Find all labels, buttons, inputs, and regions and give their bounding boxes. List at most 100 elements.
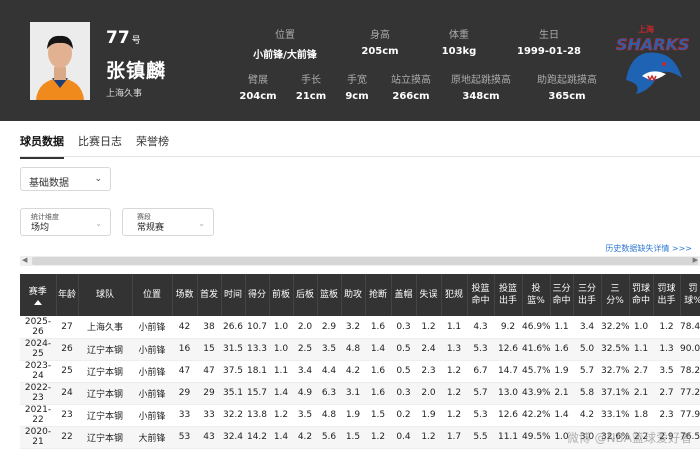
table-header-cell[interactable]: 年龄 xyxy=(56,274,79,316)
table-header-cell[interactable]: 盖帽 xyxy=(391,274,417,316)
table-header-cell[interactable]: 时间 xyxy=(221,274,246,316)
table-header-cell[interactable]: 篮板 xyxy=(317,274,342,316)
table-header-cell[interactable]: 得分 xyxy=(245,274,270,316)
table-header-cell[interactable]: 赛季 xyxy=(20,274,57,316)
table-cell: 5.7 xyxy=(467,382,494,405)
table-cell: 38 xyxy=(197,316,221,339)
table-header-row: 赛季 年龄 球队 位置 场数 首发 时间 得分 前板 后板 篮板 助攻 抢断 盖帽 失误 犯规 投篮命中 投篮出手… xyxy=(20,274,700,316)
table-cell: 2022-23 xyxy=(20,382,56,405)
table-cell: 辽宁本钢 xyxy=(78,382,132,405)
stage-select[interactable]: 赛段 常规赛 ⌄ xyxy=(122,208,214,236)
table-header-cell[interactable]: 三分命中 xyxy=(550,274,574,316)
table-cell: 辽宁本钢 xyxy=(78,338,132,361)
table-header-cell[interactable]: 投篮% xyxy=(522,274,551,316)
table-header-cell[interactable]: 投篮命中 xyxy=(467,274,495,316)
table-cell: 90.0% xyxy=(680,338,700,361)
table-cell: 41.6% xyxy=(522,338,551,361)
table-cell: 2.3 xyxy=(416,360,441,383)
table-header-cell[interactable]: 三分% xyxy=(601,274,630,316)
table-cell: 32.5% xyxy=(601,338,630,361)
table-header-cell[interactable]: 位置 xyxy=(132,274,173,316)
table-cell: 2.1 xyxy=(550,382,573,405)
table-header-cell[interactable]: 场数 xyxy=(172,274,198,316)
table-cell: 13.0 xyxy=(494,382,522,405)
table-cell: 小前锋 xyxy=(132,404,172,427)
scroll-right-icon[interactable]: ▶ xyxy=(693,256,698,264)
table-cell: 15 xyxy=(197,338,221,361)
table-cell: 0.5 xyxy=(391,338,416,361)
attr-running-jump-reach: 助跑起跳摸高 365cm xyxy=(537,75,597,102)
table-cell: 1.4 xyxy=(269,382,293,405)
table-cell: 1.4 xyxy=(550,404,573,427)
table-header-cell[interactable]: 抢断 xyxy=(365,274,392,316)
table-cell: 4.8 xyxy=(317,404,341,427)
table-header-cell[interactable]: 球队 xyxy=(78,274,133,316)
table-cell: 26.6 xyxy=(221,316,245,339)
table-cell: 辽宁本钢 xyxy=(78,426,132,449)
table-cell: 14.2 xyxy=(245,426,269,449)
attr-birthday: 生日 1999-01-28 xyxy=(517,30,581,57)
table-cell: 32.7% xyxy=(601,360,630,383)
watermark: 微博 @NBA篮球爱好者 xyxy=(566,431,692,445)
table-cell: 3.4 xyxy=(293,360,317,383)
table-cell: 6.7 xyxy=(467,360,494,383)
table-header-cell[interactable]: 失误 xyxy=(416,274,442,316)
table-cell: 3.5 xyxy=(317,338,341,361)
table-cell: 1.1 xyxy=(269,360,293,383)
table-cell: 1.0 xyxy=(269,316,293,339)
table-cell: 1.3 xyxy=(441,338,467,361)
table-cell: 49.5% xyxy=(522,426,551,449)
table-cell: 42.2% xyxy=(522,404,551,427)
table-cell: 4.9 xyxy=(293,382,317,405)
table-cell: 1.4 xyxy=(365,338,391,361)
sort-icon[interactable] xyxy=(33,299,42,305)
table-header-cell[interactable]: 罚球出手 xyxy=(653,274,681,316)
table-cell: 1.3 xyxy=(653,338,680,361)
table-header-cell[interactable]: 助攻 xyxy=(341,274,366,316)
table-cell: 43 xyxy=(197,426,221,449)
table-cell: 5.6 xyxy=(317,426,341,449)
horizontal-scrollbar[interactable]: ◀ ▶ xyxy=(20,256,700,266)
table-cell: 37.5 xyxy=(221,360,245,383)
svg-text:上海: 上海 xyxy=(638,24,654,34)
table-cell: 1.0 xyxy=(269,338,293,361)
table-cell: 4.2 xyxy=(573,404,601,427)
table-header-cell[interactable]: 三分出手 xyxy=(573,274,602,316)
table-cell: 3.4 xyxy=(573,316,601,339)
attr-standing-jump-reach: 原地起跳摸高 348cm xyxy=(451,75,511,102)
table-cell: 2.7 xyxy=(653,382,680,405)
table-cell: 2024-25 xyxy=(20,338,56,361)
history-data-link[interactable]: 历史数据缺失详情 >>> xyxy=(605,243,692,254)
table-cell: 25 xyxy=(56,360,78,383)
data-type-select[interactable]: 基础数据 ⌄ xyxy=(20,167,111,191)
player-team: 上海久事 xyxy=(106,89,143,99)
table-cell: 43.9% xyxy=(522,382,551,405)
table-cell: 1.2 xyxy=(441,360,467,383)
scroll-thumb[interactable] xyxy=(32,257,698,265)
chevron-down-icon: ⌄ xyxy=(94,174,102,184)
table-cell: 1.0 xyxy=(629,316,653,339)
table-cell: 1.2 xyxy=(416,316,441,339)
table-cell: 26 xyxy=(56,338,78,361)
table-cell: 0.3 xyxy=(391,382,416,405)
table-cell: 2023-24 xyxy=(20,360,56,383)
table-header-cell[interactable]: 首发 xyxy=(197,274,222,316)
table-cell: 5.0 xyxy=(573,338,601,361)
table-header-cell[interactable]: 罚球命中 xyxy=(629,274,654,316)
table-cell: 42 xyxy=(172,316,197,339)
table-cell: 53 xyxy=(172,426,197,449)
table-header-cell[interactable]: 犯规 xyxy=(441,274,468,316)
table-header-cell[interactable]: 罚球% xyxy=(680,274,700,316)
table-cell: 77.2% xyxy=(680,382,700,405)
table-cell: 小前锋 xyxy=(132,316,172,339)
table-header-cell[interactable]: 前板 xyxy=(269,274,294,316)
table-header-cell[interactable]: 投篮出手 xyxy=(494,274,523,316)
table-cell: 0.5 xyxy=(391,360,416,383)
dimension-select[interactable]: 统计维度 场均 ⌄ xyxy=(20,208,111,236)
table-cell: 37.1% xyxy=(601,382,630,405)
table-cell: 0.3 xyxy=(391,316,416,339)
table-cell: 0.4 xyxy=(391,426,416,449)
table-cell: 2.7 xyxy=(629,360,653,383)
table-header-cell[interactable]: 后板 xyxy=(293,274,318,316)
scroll-left-icon[interactable]: ◀ xyxy=(22,256,27,264)
